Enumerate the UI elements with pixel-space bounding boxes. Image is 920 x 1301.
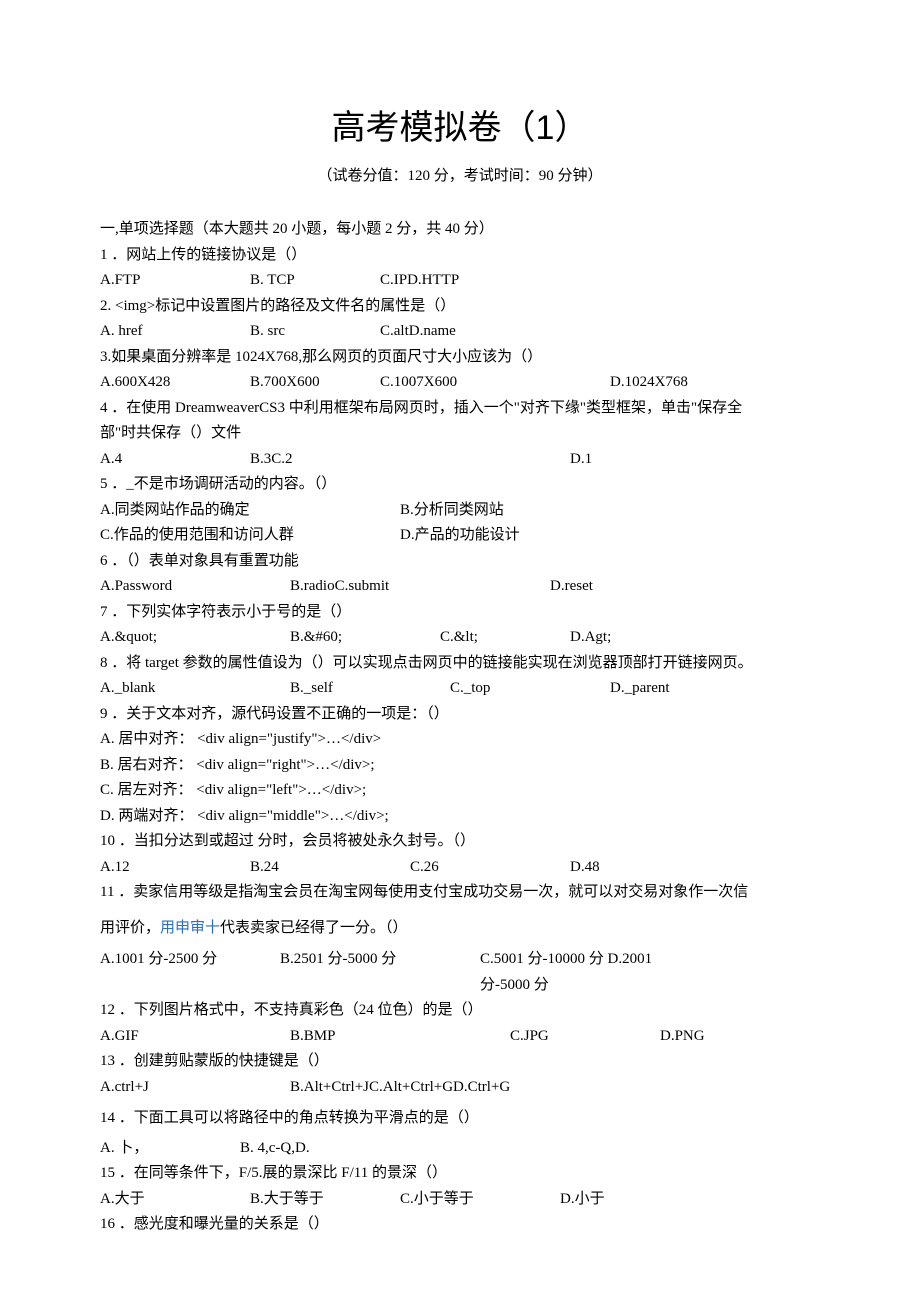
q4-options: A.4 B.3C.2 D.1 [100,447,820,473]
q2-opt-b: B. src [250,319,380,345]
q1-opt-b: B. TCP [250,268,380,294]
q14-stem: 14 ．下面工具可以将路径中的角点转换为平滑点的是（） [100,1106,820,1132]
q2-opt-a: A. href [100,319,250,345]
q10-opt-b: B.24 [250,855,410,881]
q15-opt-c: C.小于等于 [400,1187,560,1213]
q11-link[interactable]: 用申审十 [160,920,220,936]
q7-stem: 7 ．下列实体字符表示小于号的是（） [100,600,820,626]
q4-stem-line2: 部"时共保存（）文件 [100,421,820,447]
q3-options: A.600X428 B.700X600 C.1007X600 D.1024X76… [100,370,820,396]
q6-opt-a: A.Password [100,574,290,600]
q1-opt-a: A.FTP [100,268,250,294]
q15-opt-a: A.大于 [100,1187,250,1213]
q14-options: A. 卜， B. 4,c-Q,D. [100,1136,820,1162]
q12-opt-d: D.PNG [660,1024,705,1050]
q9-opt-b: B. 居右对齐： <div align="right">…</div>; [100,753,820,779]
q11-opt-b: B.2501 分-5000 分 [280,947,480,998]
q3-opt-c: C.1007X600 [380,370,610,396]
q3-opt-a: A.600X428 [100,370,250,396]
q9-opt-c: C. 居左对齐： <div align="left">…</div>; [100,778,820,804]
q1-stem: 1 ．网站上传的链接协议是（） [100,243,820,269]
q4-opt-b: B.3C.2 [250,447,570,473]
q11-stem2a: 用评价， [100,920,160,936]
q10-opt-a: A.12 [100,855,250,881]
q4-stem-line1: 4 ．在使用 DreamweaverCS3 中利用框架布局网页时，插入一个"对齐… [100,396,820,422]
q7-options: A.&quot; B.&#60; C.&lt; D.Agt; [100,625,820,651]
q14-opt-b: B. 4,c-Q,D. [240,1136,370,1162]
q1-opt-c: C.IPD.HTTP [380,268,459,294]
q5-options-row1: A.同类网站作品的确定 B.分析同类网站 [100,498,820,524]
q11-stem-line1: 11 ．卖家信用等级是指淘宝会员在淘宝网每使用支付宝成功交易一次，就可以对交易对… [100,880,820,906]
q8-opt-c: C._top [450,676,610,702]
q15-stem: 15 ．在同等条件下，F/5.展的景深比 F/11 的景深（） [100,1161,820,1187]
q7-opt-b: B.&#60; [290,625,440,651]
q11-stem-line2: 用评价，用申审十代表卖家已经得了一分。（） [100,916,820,942]
q7-opt-c: C.&lt; [440,625,570,651]
q8-opt-a: A._blank [100,676,290,702]
q11-opt-a: A.1001 分-2500 分 [100,947,280,998]
q2-stem: 2. <img>标记中设置图片的路径及文件名的属性是（） [100,294,820,320]
q15-options: A.大于 B.大于等于 C.小于等于 D.小于 [100,1187,820,1213]
q5-options-row2: C.作品的使用范围和访问人群 D.产品的功能设计 [100,523,820,549]
q13-stem: 13 ．创建剪贴蒙版的快捷键是（） [100,1049,820,1075]
q5-opt-c: C.作品的使用范围和访问人群 [100,523,400,549]
q2-opt-c: C.altD.name [380,319,456,345]
q15-opt-d: D.小于 [560,1187,605,1213]
exam-title: 高考模拟卷（1） [100,100,820,158]
q6-opt-d: D.reset [550,574,593,600]
q5-opt-b: B.分析同类网站 [400,498,504,524]
q10-options: A.12 B.24 C.26 D.48 [100,855,820,881]
q12-opt-c: C.JPG [510,1024,660,1050]
q7-opt-d: D.Agt; [570,625,611,651]
q8-options: A._blank B._self C._top D._parent [100,676,820,702]
q10-opt-c: C.26 [410,855,570,881]
q6-stem: 6 ．（）表单对象具有重置功能 [100,549,820,575]
q13-options: A.ctrl+J B.Alt+Ctrl+JC.Alt+Ctrl+GD.Ctrl+… [100,1075,820,1101]
q4-opt-d: D.1 [570,447,592,473]
q9-opt-a: A. 居中对齐： <div align="justify">…</div> [100,727,820,753]
q10-stem: 10 ．当扣分达到或超过 分时，会员将被处永久封号。（） [100,829,820,855]
q3-stem: 3.如果桌面分辨率是 1024X768,那么网页的页面尺寸大小应该为（） [100,345,820,371]
q5-stem: 5 ．_不是市场调研活动的内容。（） [100,472,820,498]
q8-opt-b: B._self [290,676,450,702]
q1-options: A.FTP B. TCP C.IPD.HTTP [100,268,820,294]
q9-stem: 9 ．关于文本对齐，源代码设置不正确的一项是：（） [100,702,820,728]
q10-opt-d: D.48 [570,855,600,881]
q5-opt-a: A.同类网站作品的确定 [100,498,400,524]
q15-opt-b: B.大于等于 [250,1187,400,1213]
q14-opt-a: A. 卜， [100,1136,240,1162]
q13-opt-b: B.Alt+Ctrl+JC.Alt+Ctrl+GD.Ctrl+G [290,1075,510,1101]
q9-opt-d: D. 两端对齐： <div align="middle">…</div>; [100,804,820,830]
q12-opt-a: A.GIF [100,1024,290,1050]
q2-options: A. href B. src C.altD.name [100,319,820,345]
q8-stem: 8 ．将 target 参数的属性值设为（）可以实现点击网页中的链接能实现在浏览… [100,651,820,677]
q3-opt-b: B.700X600 [250,370,380,396]
section-header: 一,单项选择题（本大题共 20 小题，每小题 2 分，共 40 分） [100,217,820,243]
q5-opt-d: D.产品的功能设计 [400,523,520,549]
q3-opt-d: D.1024X768 [610,370,688,396]
q6-options: A.Password B.radioC.submit D.reset [100,574,820,600]
q13-opt-a: A.ctrl+J [100,1075,290,1101]
q4-opt-a: A.4 [100,447,250,473]
q11-options: A.1001 分-2500 分 B.2501 分-5000 分 C.5001 分… [100,947,820,998]
q11-stem2b: 代表卖家已经得了一分。（） [220,920,408,936]
q11-opt-c: C.5001 分-10000 分 D.2001 分-5000 分 [480,947,655,998]
q12-opt-b: B.BMP [290,1024,510,1050]
q16-stem: 16 ．感光度和曝光量的关系是（） [100,1212,820,1238]
q8-opt-d: D._parent [610,676,670,702]
exam-subtitle: （试卷分值：120 分，考试时间：90 分钟） [100,164,820,190]
q7-opt-a: A.&quot; [100,625,290,651]
q12-options: A.GIF B.BMP C.JPG D.PNG [100,1024,820,1050]
q12-stem: 12 ．下列图片格式中，不支持真彩色（24 位色）的是（） [100,998,820,1024]
q6-opt-b: B.radioC.submit [290,574,550,600]
